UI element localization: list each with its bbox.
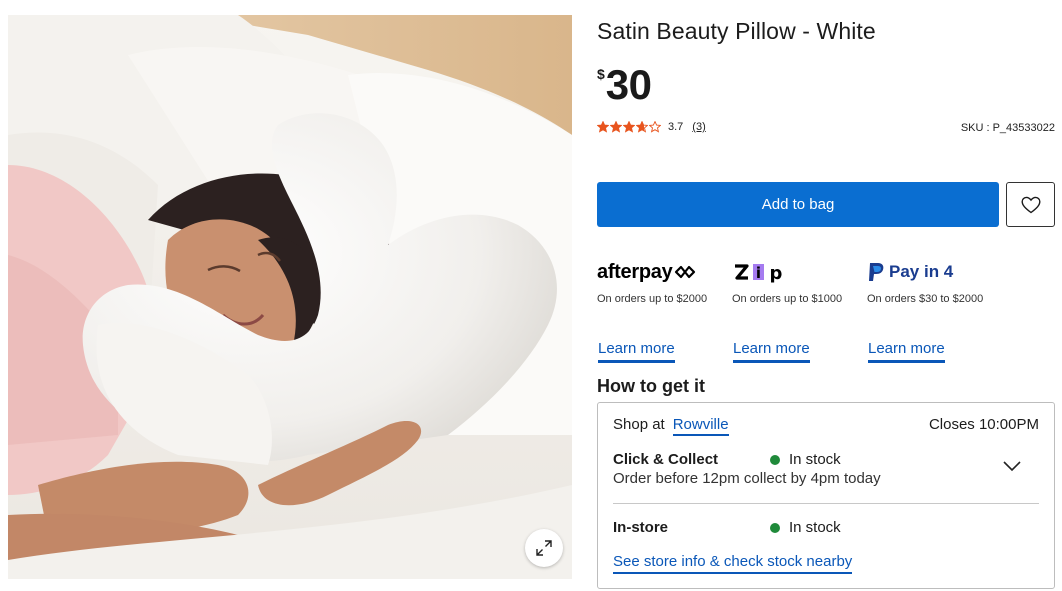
price-amount: 30 xyxy=(605,61,652,108)
rating-stars xyxy=(597,121,662,133)
paypal-logo: Pay in 4 xyxy=(867,258,992,286)
star-empty-icon xyxy=(649,121,661,133)
star-half-icon xyxy=(636,121,648,133)
review-count-link[interactable]: (3) xyxy=(692,121,705,133)
how-to-get-it-heading: How to get it xyxy=(597,376,705,396)
heart-icon xyxy=(1020,196,1041,213)
add-to-bag-button[interactable]: Add to bag xyxy=(597,182,999,227)
product-info: Satin Beauty Pillow - White $ 30 3.7 (3)… xyxy=(597,0,1055,591)
store-name-link[interactable]: Rowville xyxy=(672,416,729,436)
product-photo xyxy=(8,15,572,579)
product-image[interactable] xyxy=(8,15,572,579)
product-rating: 3.7 (3) xyxy=(597,121,706,133)
chevron-down-icon xyxy=(1003,461,1021,472)
price-currency: $ xyxy=(597,66,605,82)
paypal-pay-in-4: Pay in 4 xyxy=(889,262,954,281)
click-collect-stock: In stock xyxy=(770,451,841,468)
afterpay-learn-more[interactable]: Learn more xyxy=(598,340,675,363)
zip-logo-mark: i p xyxy=(735,263,783,283)
star-full-icon xyxy=(610,121,622,133)
click-collect-note: Order before 12pm collect by 4pm today xyxy=(613,470,881,487)
zip-logo: i p zip xyxy=(732,258,857,286)
shop-at: Shop at Rowville xyxy=(613,416,729,436)
product-sku: SKU : P_43533022 xyxy=(960,122,1055,134)
wishlist-button[interactable] xyxy=(1006,182,1055,227)
payment-zip: i p zip On orders up to $1000 Learn more xyxy=(732,258,857,363)
payment-paypal: Pay in 4 On orders $30 to $2000 Learn mo… xyxy=(867,258,992,363)
divider xyxy=(613,503,1039,504)
product-title: Satin Beauty Pillow - White xyxy=(597,18,876,44)
star-full-icon xyxy=(597,121,609,133)
instore-stock: In stock xyxy=(770,519,841,536)
store-closing-time: Closes 10:00PM xyxy=(928,416,1039,433)
in-stock-dot-icon xyxy=(770,454,780,465)
afterpay-loop-icon xyxy=(675,265,696,279)
instore-label: In-store xyxy=(613,519,669,536)
click-collect-label: Click & Collect xyxy=(613,451,719,468)
paypal-learn-more[interactable]: Learn more xyxy=(868,340,945,363)
payment-afterpay: afterpay On orders up to $2000 Learn mor… xyxy=(597,258,722,363)
svg-text:i: i xyxy=(756,264,761,282)
product-price: $ 30 xyxy=(597,62,652,108)
svg-text:p: p xyxy=(770,263,783,283)
zip-note: On orders up to $1000 xyxy=(732,293,843,305)
paypal-note: On orders $30 to $2000 xyxy=(867,293,984,305)
store-info-link[interactable]: See store info & check stock nearby xyxy=(613,553,853,574)
expand-icon xyxy=(536,540,552,556)
zip-learn-more[interactable]: Learn more xyxy=(733,340,810,363)
fulfilment-panel: Shop at Rowville Closes 10:00PM Click & C… xyxy=(597,402,1055,589)
in-stock-dot-icon xyxy=(770,522,780,533)
afterpay-note: On orders up to $2000 xyxy=(597,293,708,305)
click-collect-expand-button[interactable] xyxy=(1002,459,1022,477)
star-full-icon xyxy=(623,121,635,133)
expand-image-button[interactable] xyxy=(525,529,563,567)
paypal-p-icon xyxy=(869,263,884,281)
afterpay-logo: afterpay xyxy=(597,258,722,286)
rating-average: 3.7 xyxy=(668,121,684,133)
shop-at-label: Shop at xyxy=(613,416,665,433)
